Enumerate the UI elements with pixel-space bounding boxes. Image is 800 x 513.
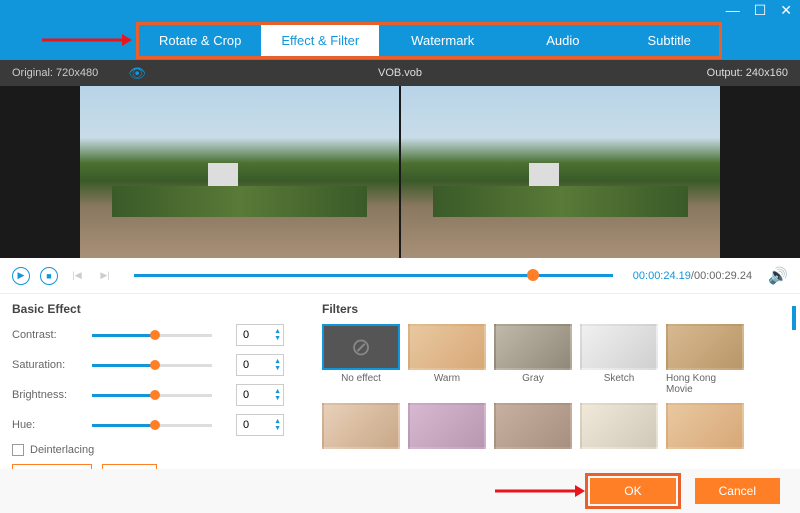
playback-controls: ▶ ■ |◀ ▶| 00:00:24.19/00:00:29.24 🔊 [0,258,800,294]
annotation-arrow-icon [42,32,132,48]
tab-effect-filter[interactable]: Effect & Filter [261,25,379,56]
deinterlacing-label: Deinterlacing [30,444,94,456]
titlebar: — ☐ ✕ [0,0,800,20]
basic-effect-title: Basic Effect [12,302,302,316]
brightness-row: Brightness: 0▲▼ [12,384,302,406]
close-button[interactable]: ✕ [780,2,792,19]
filter-item[interactable] [322,403,400,452]
filters-grid: ⊘No effect Warm Gray Sketch Hong Kong Mo… [322,324,788,452]
output-resolution: Output: 240x160 [707,67,788,79]
saturation-input[interactable]: 0▲▼ [236,354,284,376]
filter-warm[interactable]: Warm [408,324,486,395]
preview-original [80,86,399,258]
stepper-arrows[interactable]: ▲▼ [274,388,281,402]
deinterlacing-checkbox[interactable] [12,444,24,456]
filters-panel: Filters ⊘No effect Warm Gray Sketch Hong… [322,302,788,479]
saturation-slider[interactable] [92,364,212,367]
maximize-button[interactable]: ☐ [754,2,767,19]
slider-thumb[interactable] [150,390,160,400]
saturation-row: Saturation: 0▲▼ [12,354,302,376]
slider-thumb[interactable] [150,330,160,340]
preview-toggle-icon[interactable]: 👁 [128,65,146,82]
contrast-label: Contrast: [12,329,92,341]
hue-slider[interactable] [92,424,212,427]
slider-thumb[interactable] [150,420,160,430]
tab-watermark[interactable]: Watermark [379,25,506,56]
minimize-button[interactable]: — [726,2,740,18]
stepper-arrows[interactable]: ▲▼ [274,328,281,342]
info-bar: Original: 720x480 👁 VOB.vob Output: 240x… [0,60,800,86]
filter-item[interactable] [580,403,658,452]
filters-title: Filters [322,302,788,316]
tabs-highlight-box: Rotate & Crop Effect & Filter Watermark … [136,22,722,59]
original-resolution: Original: 720x480 [12,67,98,79]
prev-frame-button[interactable]: |◀ [68,267,86,285]
ok-button[interactable]: OK [590,478,675,504]
timeline-slider[interactable] [134,274,613,277]
tab-bar: Rotate & Crop Effect & Filter Watermark … [0,20,800,60]
annotation-arrow-icon [495,483,585,499]
no-effect-icon: ⊘ [322,324,400,370]
hue-input[interactable]: 0▲▼ [236,414,284,436]
footer: OK Cancel [0,469,800,513]
contrast-input[interactable]: 0▲▼ [236,324,284,346]
filename-label: VOB.vob [378,67,422,79]
ok-button-highlight: OK [585,473,680,509]
tab-rotate-crop[interactable]: Rotate & Crop [139,25,261,56]
volume-icon[interactable]: 🔊 [768,266,788,286]
brightness-label: Brightness: [12,389,92,401]
basic-effect-panel: Basic Effect Contrast: 0▲▼ Saturation: 0… [12,302,302,479]
preview-area [0,86,800,258]
hue-label: Hue: [12,419,92,431]
saturation-label: Saturation: [12,359,92,371]
lower-panel: Basic Effect Contrast: 0▲▼ Saturation: 0… [0,294,800,479]
timeline-thumb[interactable] [527,269,539,281]
scrollbar[interactable] [792,306,796,330]
tab-subtitle[interactable]: Subtitle [620,25,719,56]
slider-thumb[interactable] [150,360,160,370]
stepper-arrows[interactable]: ▲▼ [274,418,281,432]
contrast-row: Contrast: 0▲▼ [12,324,302,346]
time-current: 00:00:24.19 [633,270,691,282]
brightness-input[interactable]: 0▲▼ [236,384,284,406]
stepper-arrows[interactable]: ▲▼ [274,358,281,372]
stop-button[interactable]: ■ [40,267,58,285]
filter-no-effect[interactable]: ⊘No effect [322,324,400,395]
filter-item[interactable] [408,403,486,452]
play-button[interactable]: ▶ [12,267,30,285]
filter-gray[interactable]: Gray [494,324,572,395]
deinterlacing-checkbox-row[interactable]: Deinterlacing [12,444,302,456]
hue-row: Hue: 0▲▼ [12,414,302,436]
tab-audio[interactable]: Audio [506,25,619,56]
contrast-slider[interactable] [92,334,212,337]
filter-sketch[interactable]: Sketch [580,324,658,395]
filter-item[interactable] [666,403,744,452]
next-frame-button[interactable]: ▶| [96,267,114,285]
preview-output [401,86,720,258]
filter-hong-kong-movie[interactable]: Hong Kong Movie [666,324,744,395]
brightness-slider[interactable] [92,394,212,397]
cancel-button[interactable]: Cancel [695,478,780,504]
filter-item[interactable] [494,403,572,452]
time-total: /00:00:29.24 [691,270,752,282]
